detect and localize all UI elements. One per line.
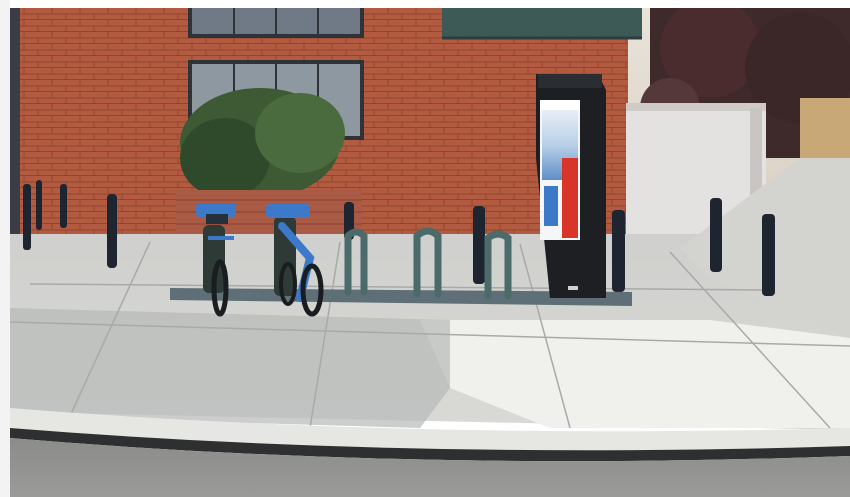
photo-frame [0,0,850,497]
bollard [36,180,42,230]
street-photo [10,8,850,497]
screen-figure [562,158,578,238]
shadow-area [10,308,450,428]
bollard [23,184,31,250]
top-margin [0,0,850,8]
bollard [710,198,722,272]
bollard [60,184,67,228]
bollard [107,194,117,268]
left-margin [0,0,10,497]
bollard [762,214,775,296]
distant-building [800,98,850,158]
photo-illustration [10,8,850,497]
bollard [612,210,625,292]
bollard [473,206,485,284]
awning [442,8,642,38]
